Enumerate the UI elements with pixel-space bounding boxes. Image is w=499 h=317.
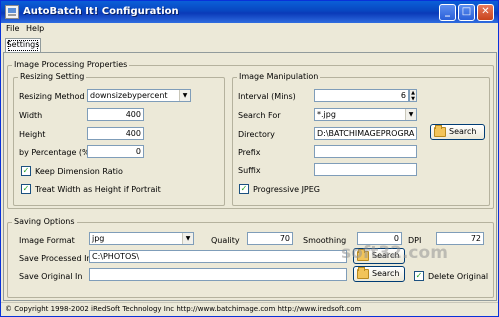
treat-width-label: Treat Width as Height if Portrait [35,185,161,194]
width-input[interactable]: 400 [87,108,144,121]
save-processed-label: Save Processed In [19,254,92,263]
interval-input[interactable]: 6 [314,89,409,102]
treat-width-checkbox[interactable]: ✓ [21,184,31,194]
width-label: Width [19,111,43,120]
image-format-value: jpg [92,234,105,243]
directory-search-label: Search [449,127,477,136]
interval-label: Interval (Mins) [238,92,296,101]
settings-page: Image Processing Properties Resizing Set… [3,52,497,301]
chevron-down-icon[interactable]: ▼ [179,90,190,101]
image-manipulation-group: Image Manipulation Interval (Mins) 6 ▲ ▼… [232,72,490,206]
percentage-input[interactable]: 0 [87,145,144,158]
app-icon [5,5,19,19]
status-bar: © Copyright 1998-2002 iRedSoft Technolog… [1,302,498,316]
image-processing-title: Image Processing Properties [12,60,130,69]
window-title: AutoBatch It! Configuration [23,6,179,17]
height-label: Height [19,130,46,139]
folder-icon [434,125,446,137]
minimize-button[interactable]: _ [439,4,456,21]
close-button[interactable]: ✕ [477,4,494,21]
keep-ratio-label: Keep Dimension Ratio [35,167,123,176]
save-original-search-label: Search [372,269,400,278]
directory-input[interactable]: D:\BATCHIMAGEPROGRA [314,127,417,140]
image-manipulation-title: Image Manipulation [237,72,321,81]
menu-help[interactable]: Help [26,24,44,33]
menu-file[interactable]: File [6,24,19,33]
resizing-group: Resizing Setting Resizing Method downsiz… [13,72,225,206]
search-for-value: *.jpg [317,110,336,119]
image-processing-group: Image Processing Properties Resizing Set… [7,60,494,209]
tab-focus-rect [8,40,38,51]
save-original-input[interactable] [89,268,347,281]
interval-stepper[interactable]: ▲ ▼ [409,89,417,102]
watermark: soft32.com [341,243,448,263]
quality-input[interactable]: 70 [247,232,293,245]
percentage-label: by Percentage (%) [19,148,93,157]
directory-search-button[interactable]: Search [430,124,485,140]
keep-ratio-checkbox[interactable]: ✓ [21,166,31,176]
resizing-title: Resizing Setting [18,72,87,81]
delete-original-label: Delete Original [428,272,489,281]
chevron-down-icon[interactable]: ▼ [182,233,193,244]
search-for-select[interactable]: *.jpg ▼ [314,108,417,121]
title-bar[interactable]: AutoBatch It! Configuration _ □ ✕ [1,1,498,23]
image-format-select[interactable]: jpg ▼ [89,232,194,245]
configuration-window: AutoBatch It! Configuration _ □ ✕ File H… [0,0,499,317]
save-original-search-button[interactable]: Search [353,266,405,282]
height-input[interactable]: 400 [87,127,144,140]
resizing-method-value: downsizebypercent [90,91,168,100]
delete-original-checkbox[interactable]: ✓ [414,271,424,281]
suffix-label: Suffix [238,166,261,175]
smoothing-label: Smoothing [303,236,347,245]
save-processed-input[interactable]: C:\PHOTOS\ [89,250,347,263]
search-for-label: Search For [238,111,281,120]
prefix-input[interactable] [314,145,417,158]
resizing-method-label: Resizing Method [19,92,85,101]
progressive-jpeg-checkbox[interactable]: ✓ [239,184,249,194]
image-format-label: Image Format [19,236,75,245]
resizing-method-select[interactable]: downsizebypercent ▼ [87,89,191,102]
spin-down-icon[interactable]: ▼ [410,96,416,102]
progressive-jpeg-label: Progressive JPEG [253,185,320,194]
quality-label: Quality [211,236,240,245]
suffix-input[interactable] [314,163,417,176]
saving-options-title: Saving Options [12,217,77,226]
menu-bar: File Help [1,23,498,37]
directory-label: Directory [238,130,275,139]
save-original-label: Save Original In [19,272,83,281]
folder-icon [357,267,369,279]
prefix-label: Prefix [238,148,261,157]
chevron-down-icon[interactable]: ▼ [405,109,416,120]
maximize-button[interactable]: □ [458,4,475,21]
tab-settings[interactable]: Settings [5,38,41,52]
